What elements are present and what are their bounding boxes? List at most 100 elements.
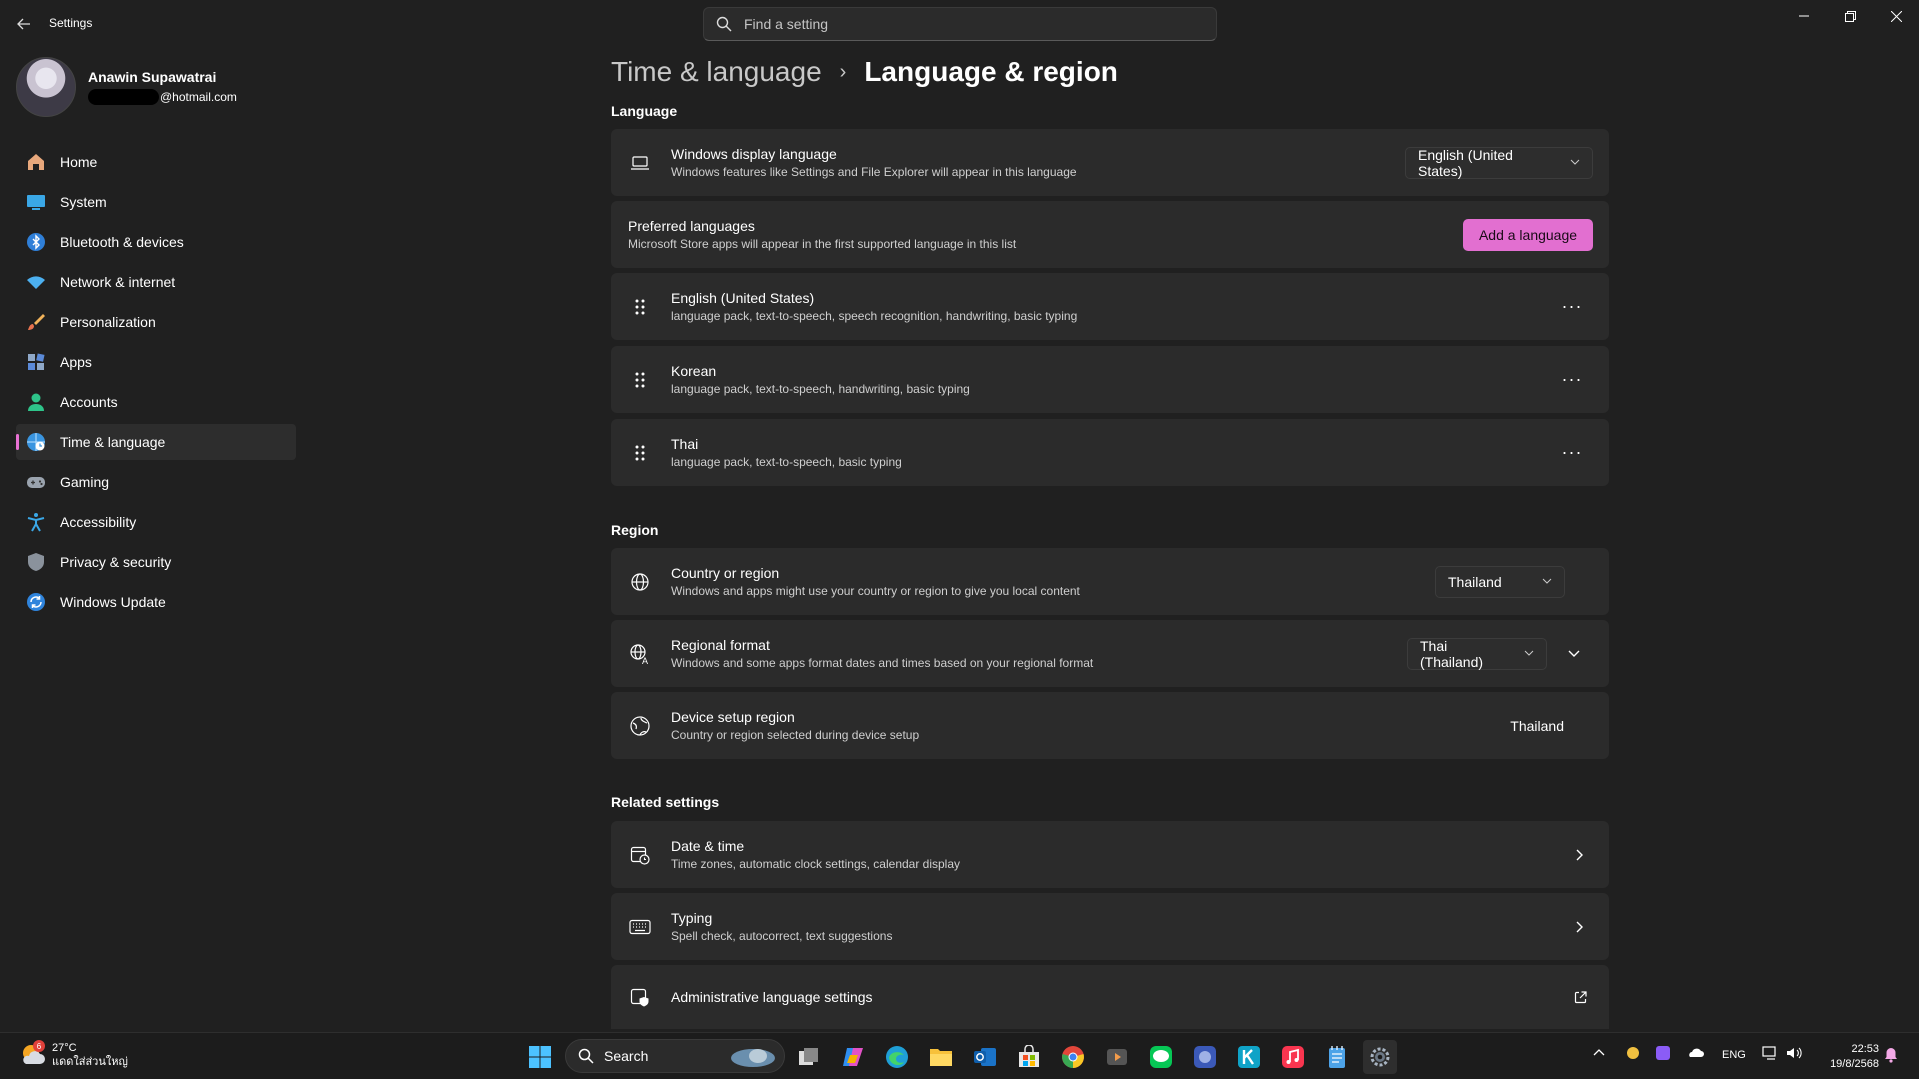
breadcrumb-parent[interactable]: Time & language [611, 56, 822, 88]
input-language-indicator[interactable]: ENG [1722, 1049, 1746, 1061]
tray-app-2[interactable] [1655, 1045, 1671, 1064]
user-profile[interactable]: Anawin Supawatrai @hotmail.com [16, 57, 237, 117]
notepad-button[interactable] [1320, 1040, 1354, 1074]
drag-handle-icon[interactable] [629, 369, 651, 391]
sidebar-item-windows-update[interactable]: Windows Update [16, 584, 296, 620]
preferred-languages-card: Preferred languages Microsoft Store apps… [611, 201, 1609, 268]
wifi-icon [25, 271, 47, 293]
messenger-app-button[interactable] [1188, 1040, 1222, 1074]
card-title: Date & time [671, 838, 745, 854]
tray-app-1[interactable] [1625, 1045, 1641, 1064]
clock-time: 22:53 [1851, 1043, 1879, 1055]
related-admin-language[interactable]: Administrative language settings [611, 965, 1609, 1029]
language-features: language pack, text-to-speech, speech re… [671, 309, 1078, 323]
close-button[interactable] [1873, 0, 1919, 32]
task-view-button[interactable] [792, 1040, 826, 1074]
device-setup-region-card: Device setup region Country or region se… [611, 692, 1609, 759]
language-item-korean[interactable]: Korean language pack, text-to-speech, ha… [611, 346, 1609, 413]
network-status[interactable] [1762, 1045, 1780, 1064]
media-player-button[interactable] [1100, 1040, 1134, 1074]
taskbar-search[interactable]: Search [565, 1039, 785, 1073]
card-subtitle: Country or region selected during device… [671, 728, 920, 742]
card-subtitle: Time zones, automatic clock settings, ca… [671, 857, 961, 871]
title-bar: Settings [0, 0, 1919, 48]
language-item-thai[interactable]: Thai language pack, text-to-speech, basi… [611, 419, 1609, 486]
globe-clock-icon [25, 431, 47, 453]
restore-icon [1844, 10, 1856, 22]
language-item-english[interactable]: English (United States) language pack, t… [611, 273, 1609, 340]
sidebar-item-label: Accounts [60, 394, 118, 410]
chrome-button[interactable] [1056, 1040, 1090, 1074]
sidebar-item-network[interactable]: Network & internet [16, 264, 296, 300]
sidebar-item-gaming[interactable]: Gaming [16, 464, 296, 500]
card-subtitle: Microsoft Store apps will appear in the … [628, 237, 1017, 251]
related-typing[interactable]: Typing Spell check, autocorrect, text su… [611, 893, 1609, 960]
sidebar-item-bluetooth[interactable]: Bluetooth & devices [16, 224, 296, 260]
clock[interactable]: 22:53 19/8/2568 [1830, 1042, 1879, 1072]
back-button[interactable] [12, 12, 36, 36]
sidebar-item-label: Time & language [60, 434, 166, 450]
apps-icon [25, 351, 47, 373]
weather-widget[interactable]: 6 27°C แดดใส่ส่วนใหญ่ [18, 1040, 128, 1070]
regional-format-card[interactable]: A Regional format Windows and some apps … [611, 620, 1609, 687]
sidebar-item-personalization[interactable]: Personalization [16, 304, 296, 340]
onedrive-button[interactable] [1686, 1046, 1704, 1061]
accessibility-icon [25, 511, 47, 533]
sidebar-item-time-language[interactable]: Time & language [16, 424, 296, 460]
file-explorer-button[interactable] [924, 1040, 958, 1074]
k-app-icon [1238, 1046, 1260, 1068]
drag-handle-icon[interactable] [629, 442, 651, 464]
display-language-dropdown[interactable]: English (United States) [1405, 146, 1593, 179]
sidebar-item-accessibility[interactable]: Accessibility [16, 504, 296, 540]
weather-badge: 6 [37, 1042, 42, 1051]
volume-status[interactable] [1786, 1045, 1802, 1064]
sidebar-item-accounts[interactable]: Accounts [16, 384, 296, 420]
line-button[interactable] [1144, 1040, 1178, 1074]
language-name: Thai [671, 436, 699, 452]
sidebar-item-label: Apps [60, 354, 92, 370]
more-options-button[interactable]: ··· [1555, 290, 1589, 324]
sidebar-item-home[interactable]: Home [16, 144, 296, 180]
restore-button[interactable] [1827, 0, 1873, 32]
expand-chevron-icon [1568, 650, 1580, 657]
regional-format-dropdown[interactable]: Thai (Thailand) [1407, 637, 1547, 670]
sidebar-item-apps[interactable]: Apps [16, 344, 296, 380]
sidebar-item-privacy[interactable]: Privacy & security [16, 544, 296, 580]
card-title: Device setup region [671, 709, 795, 725]
settings-taskbar-button[interactable] [1363, 1040, 1397, 1074]
related-date-time[interactable]: Date & time Time zones, automatic clock … [611, 821, 1609, 888]
more-icon: ··· [1561, 442, 1583, 462]
edge-button[interactable] [880, 1040, 914, 1074]
sidebar-item-label: Bluetooth & devices [60, 234, 184, 250]
country-dropdown[interactable]: Thailand [1435, 565, 1565, 598]
drag-handle-icon[interactable] [629, 296, 651, 318]
show-hidden-icons-button[interactable] [1593, 1047, 1605, 1059]
copilot-button[interactable] [836, 1040, 870, 1074]
more-options-button[interactable]: ··· [1555, 436, 1589, 470]
breadcrumb: Time & language › Language & region [611, 56, 1118, 88]
sidebar-item-system[interactable]: System [16, 184, 296, 220]
globe-location-icon [629, 715, 651, 737]
display-language-card: Windows display language Windows feature… [611, 129, 1609, 196]
expand-button[interactable] [1559, 650, 1589, 658]
page-title: Language & region [864, 56, 1118, 87]
outlook-button[interactable] [968, 1040, 1002, 1074]
notifications-button[interactable] [1884, 1047, 1898, 1066]
search-input[interactable] [744, 16, 1184, 32]
store-button[interactable] [1012, 1040, 1046, 1074]
music-icon [1282, 1046, 1304, 1068]
k-app-button[interactable] [1232, 1040, 1266, 1074]
task-view-icon [799, 1048, 818, 1065]
add-language-button[interactable]: Add a language [1463, 218, 1593, 251]
back-arrow-icon [17, 18, 30, 30]
start-button[interactable] [523, 1040, 557, 1074]
minimize-button[interactable] [1781, 0, 1827, 32]
sidebar-item-label: Privacy & security [60, 554, 172, 570]
dropdown-value: Thai (Thailand) [1420, 637, 1484, 670]
sidebar-nav: Home System Bluetooth & devices Network … [16, 144, 296, 624]
store-icon [1019, 1045, 1039, 1067]
more-options-button[interactable]: ··· [1555, 363, 1589, 397]
settings-search[interactable] [703, 7, 1217, 41]
more-icon: ··· [1561, 369, 1583, 389]
music-button[interactable] [1276, 1040, 1310, 1074]
